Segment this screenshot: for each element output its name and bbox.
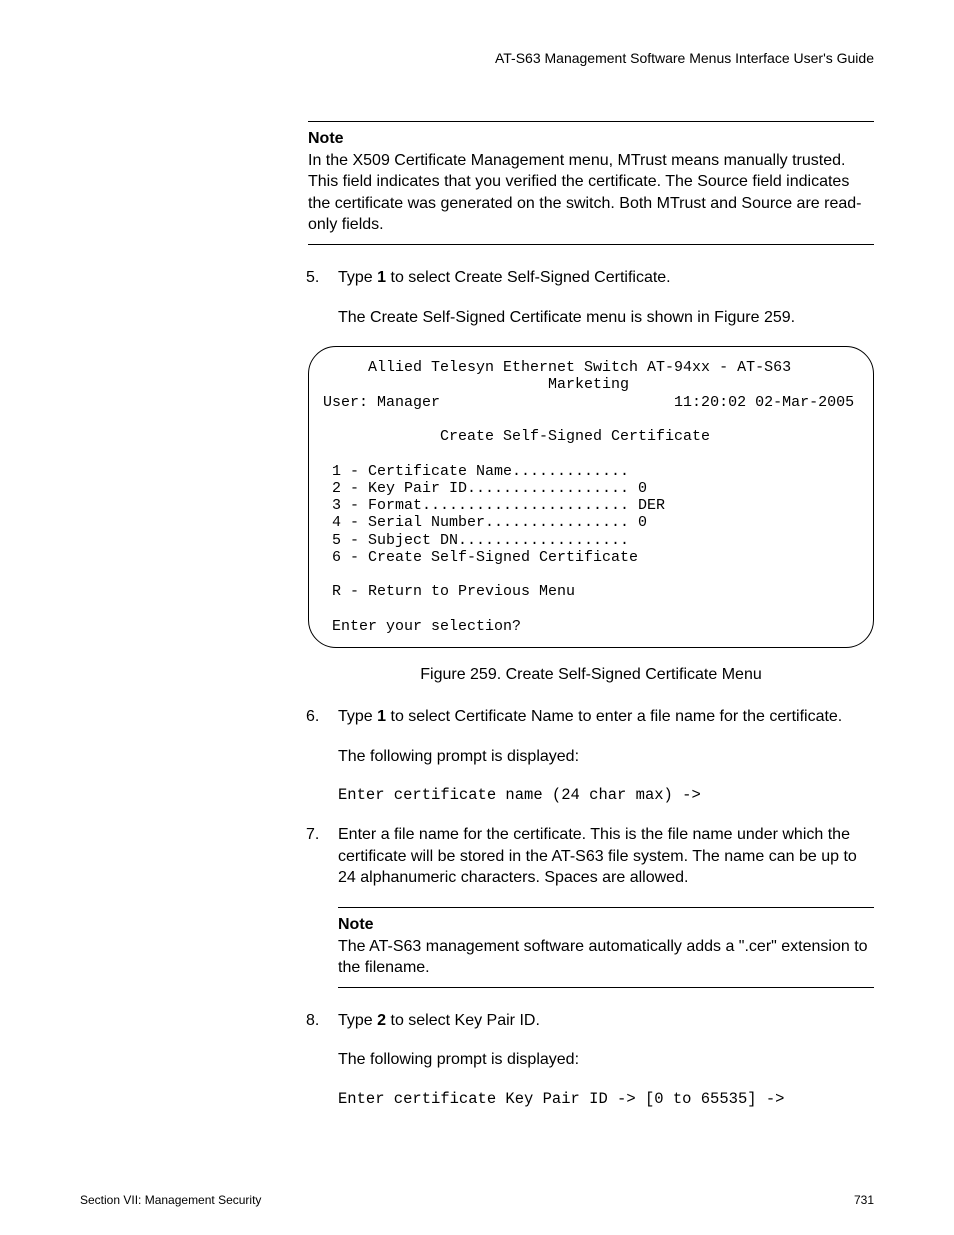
step-number: 7. [306, 824, 319, 846]
step-5: 5. Type 1 to select Create Self-Signed C… [308, 267, 874, 328]
step-number: 6. [306, 706, 319, 728]
term-line: 4 - Serial Number................ 0 [323, 514, 647, 531]
header-guide-title: AT-S63 Management Software Menus Interfa… [80, 50, 874, 66]
terminal-wrap: Allied Telesyn Ethernet Switch AT-94xx -… [308, 346, 874, 648]
step-body: Type 1 to select Create Self-Signed Cert… [338, 267, 874, 328]
text: Type [338, 708, 377, 725]
step-body: Type 1 to select Certificate Name to ent… [338, 706, 874, 806]
bold-key: 2 [377, 1012, 386, 1029]
terminal-frame: Allied Telesyn Ethernet Switch AT-94xx -… [308, 346, 874, 648]
note-title: Note [338, 916, 374, 933]
followup-text: The following prompt is displayed: [338, 1049, 874, 1071]
text: to select Create Self-Signed Certificate… [386, 269, 671, 286]
step-7: 7. Enter a file name for the certificate… [308, 824, 874, 889]
page: AT-S63 Management Software Menus Interfa… [0, 0, 954, 1235]
term-line: Create Self-Signed Certificate [323, 428, 710, 445]
term-line: R - Return to Previous Menu [323, 583, 575, 600]
step-8: 8. Type 2 to select Key Pair ID. The fol… [308, 1010, 874, 1110]
figure-caption: Figure 259. Create Self-Signed Certifica… [308, 666, 874, 684]
content-area: Note In the X509 Certificate Management … [308, 121, 874, 328]
step-body: Enter a file name for the certificate. T… [338, 824, 874, 889]
prompt-mono: Enter certificate Key Pair ID -> [0 to 6… [338, 1089, 874, 1110]
bold-key: 1 [377, 708, 386, 725]
term-line: Allied Telesyn Ethernet Switch AT-94xx -… [323, 359, 791, 376]
content-area-2: Figure 259. Create Self-Signed Certifica… [308, 666, 874, 1110]
followup-text: The Create Self-Signed Certificate menu … [338, 307, 874, 329]
text: to select Key Pair ID. [386, 1012, 540, 1029]
note-block-1: Note In the X509 Certificate Management … [308, 121, 874, 245]
bold-key: 1 [377, 269, 386, 286]
step-number: 5. [306, 267, 319, 289]
step-body: Type 2 to select Key Pair ID. The follow… [338, 1010, 874, 1110]
note-title: Note [308, 130, 344, 147]
note-body: In the X509 Certificate Management menu,… [308, 152, 861, 234]
term-line: Enter your selection? [323, 618, 521, 635]
text: Type [338, 269, 377, 286]
term-line: Marketing [323, 376, 629, 393]
text: to select Certificate Name to enter a fi… [386, 708, 842, 725]
note-body: The AT-S63 management software automatic… [338, 938, 868, 977]
followup-text: The following prompt is displayed: [338, 746, 874, 768]
prompt-mono: Enter certificate name (24 char max) -> [338, 785, 874, 806]
term-line: 2 - Key Pair ID.................. 0 [323, 480, 647, 497]
term-line: 5 - Subject DN................... [323, 532, 629, 549]
term-line: User: Manager 11:20:02 02-Mar-2005 [323, 394, 854, 411]
note-block-2: Note The AT-S63 management software auto… [338, 907, 874, 988]
term-line: 1 - Certificate Name............. [323, 463, 629, 480]
footer-page-number: 731 [854, 1193, 874, 1207]
text: Type [338, 1012, 377, 1029]
footer-section: Section VII: Management Security [80, 1193, 261, 1207]
term-line: 3 - Format....................... DER [323, 497, 665, 514]
term-line: 6 - Create Self-Signed Certificate [323, 549, 638, 566]
footer: Section VII: Management Security 731 [80, 1193, 874, 1207]
step-6: 6. Type 1 to select Certificate Name to … [308, 706, 874, 806]
step-number: 8. [306, 1010, 319, 1032]
